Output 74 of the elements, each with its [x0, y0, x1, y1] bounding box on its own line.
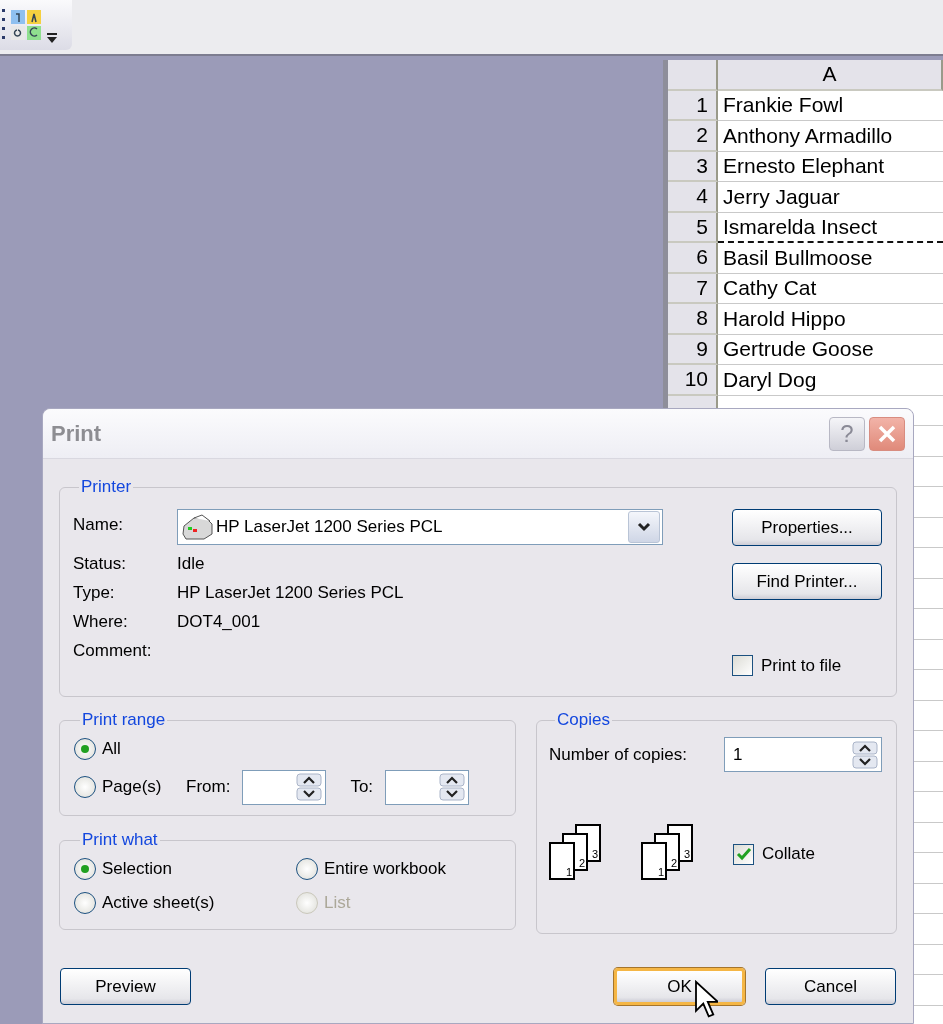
- table-cell: Ernesto Elephant: [718, 151, 943, 182]
- dialog-button[interactable]: Cancel: [765, 968, 896, 1005]
- group-label: Print range: [81, 710, 167, 730]
- field-label: To:: [350, 777, 374, 797]
- table-cell: Cathy Cat: [718, 273, 943, 304]
- printer-dropdown[interactable]: HP LaserJet 1200 Series PCL: [177, 509, 663, 545]
- spin-arrows-icon[interactable]: [852, 740, 878, 769]
- spin-field[interactable]: [242, 769, 327, 805]
- radio-label[interactable]: Selection: [102, 859, 172, 879]
- check-icon: [735, 847, 752, 861]
- row-header[interactable]: 2: [668, 121, 718, 152]
- radio-button[interactable]: [74, 858, 96, 880]
- radio-label[interactable]: Active sheet(s): [102, 893, 215, 913]
- copies-field[interactable]: 1: [724, 737, 882, 772]
- row-header[interactable]: 1: [668, 90, 718, 121]
- row-header[interactable]: 8: [668, 304, 718, 335]
- table-cell: Harold Hippo: [718, 304, 943, 335]
- dialog-button[interactable]: Find Printer...: [732, 563, 882, 600]
- field-label: Comment:: [73, 639, 153, 662]
- row-header[interactable]: 7: [668, 273, 718, 304]
- radio-label[interactable]: Entire workbook: [324, 859, 446, 879]
- sort-icon[interactable]: [10, 9, 42, 41]
- field-value: DOT4_001: [177, 610, 262, 633]
- table-cell: Ismarelda Insect: [718, 212, 943, 243]
- dialog-button[interactable]: Properties...: [732, 509, 882, 546]
- column-header[interactable]: A: [718, 60, 943, 91]
- chevron-down-icon[interactable]: [637, 522, 651, 532]
- row-header[interactable]: 6: [668, 243, 718, 274]
- field-label: Name:: [73, 514, 125, 536]
- table-cell: Daryl Dog: [718, 365, 943, 396]
- field-label: Number of copies:: [549, 744, 687, 765]
- field-label: Type:: [73, 581, 116, 604]
- table-cell: Jerry Jaguar: [718, 182, 943, 213]
- field-value: Idle: [177, 552, 206, 575]
- table-cell: Gertrude Goose: [718, 334, 943, 365]
- dropdown-icon[interactable]: [46, 32, 58, 44]
- row-header[interactable]: 5: [668, 212, 718, 243]
- group-label: Print what: [81, 830, 159, 850]
- radio-label[interactable]: All: [102, 739, 121, 759]
- radio-button[interactable]: [296, 858, 318, 880]
- spin-arrows-icon[interactable]: [296, 773, 323, 801]
- table-cell: Basil Bullmoose: [718, 243, 943, 274]
- radio-label[interactable]: Page(s): [102, 777, 162, 797]
- row-header[interactable]: 3: [668, 151, 718, 182]
- radio-button[interactable]: [74, 738, 96, 760]
- spin-arrows-icon[interactable]: [439, 773, 466, 801]
- mouse-pointer-icon: [694, 980, 718, 1020]
- field-label: From:: [186, 777, 231, 797]
- checkbox[interactable]: [732, 655, 753, 676]
- radio-button[interactable]: [74, 776, 96, 798]
- row-header[interactable]: 9: [668, 334, 718, 365]
- table-cell: Anthony Armadillo: [718, 121, 943, 152]
- close-button[interactable]: [869, 416, 905, 451]
- field-value: HP LaserJet 1200 Series PCL: [177, 581, 405, 604]
- radio-label: List: [324, 893, 351, 913]
- field-label: Where:: [73, 610, 129, 633]
- dialog-button[interactable]: OK: [614, 968, 745, 1005]
- dialog-title: Print: [51, 420, 103, 447]
- checkbox[interactable]: [733, 843, 754, 865]
- checkbox-label[interactable]: Collate: [762, 844, 815, 864]
- grip-icon: [2, 8, 6, 42]
- row-header[interactable]: 4: [668, 182, 718, 213]
- dialog-button[interactable]: Preview: [60, 968, 191, 1005]
- row-header[interactable]: 10: [668, 365, 718, 396]
- radio-button[interactable]: [74, 892, 96, 914]
- group-label: Copies: [556, 710, 611, 730]
- close-icon: [877, 423, 897, 444]
- checkbox-label[interactable]: Print to file: [761, 655, 842, 676]
- group-label: Printer: [80, 477, 133, 497]
- spin-field[interactable]: [385, 769, 470, 805]
- field-label: Status:: [73, 552, 127, 575]
- printer-icon: [180, 514, 216, 540]
- corner-header: [668, 60, 718, 91]
- table-cell: Frankie Fowl: [718, 90, 943, 121]
